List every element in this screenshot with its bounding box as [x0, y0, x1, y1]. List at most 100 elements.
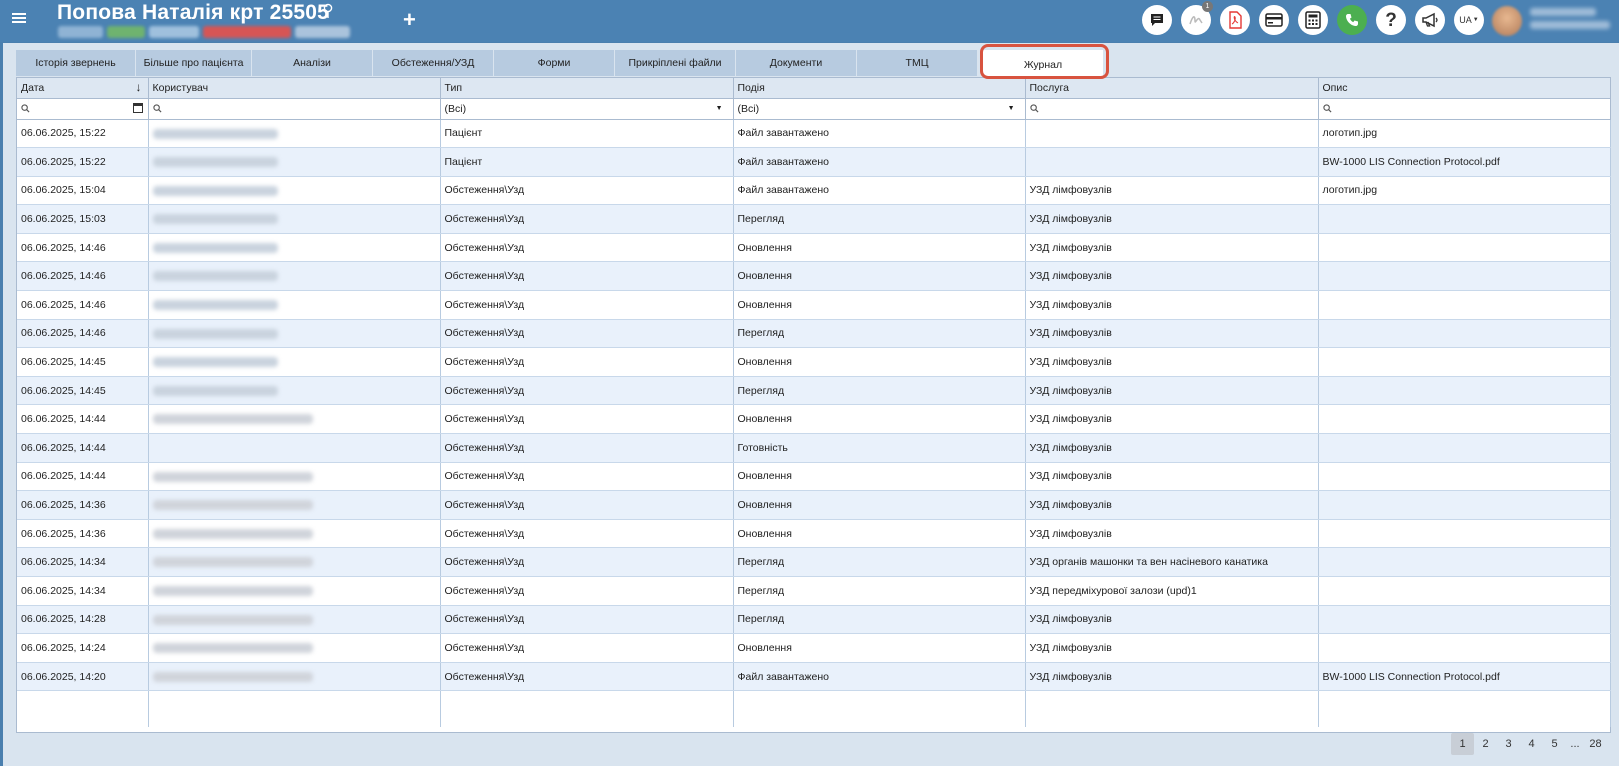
cell-service: УЗД лімфовузлів: [1025, 404, 1319, 435]
search-icon: [152, 104, 162, 113]
table-row[interactable]: 06.06.2025, 14:34 Обстеження\Узд Перегляд У…: [17, 576, 1611, 606]
table-row[interactable]: 06.06.2025, 15:22 Пацієнт Файл завантажено…: [17, 147, 1611, 177]
tab-forms[interactable]: Форми: [494, 50, 615, 76]
tab-documents[interactable]: Документи: [736, 50, 857, 76]
calendar-icon[interactable]: [132, 102, 143, 113]
phone-icon[interactable]: [1337, 5, 1367, 35]
page-5[interactable]: 5: [1543, 733, 1566, 755]
add-button[interactable]: +: [403, 9, 416, 31]
cell-user: [148, 290, 441, 320]
filter-event-select[interactable]: (Всі) ▼: [733, 98, 1026, 120]
journal-grid: Дата ↓ Користувач Тип Подія Послуга Опис …: [16, 77, 1611, 733]
cell-date: 06.06.2025, 14:46: [17, 261, 149, 292]
table-row[interactable]: 06.06.2025, 14:44 Обстеження\Узд Оновлення…: [17, 462, 1611, 492]
avatar[interactable]: [1492, 6, 1522, 36]
notification-badge: 1: [1202, 1, 1213, 12]
tab-analyses[interactable]: Аналізи: [252, 50, 373, 76]
filter-type-value: (Всі): [444, 102, 467, 115]
filter-description[interactable]: [1318, 98, 1611, 120]
cell-description: [1318, 261, 1611, 292]
cell-date: 06.06.2025, 14:34: [17, 576, 149, 606]
column-header-service[interactable]: Послуга: [1025, 78, 1319, 99]
cell-user: [148, 319, 441, 349]
column-header-user[interactable]: Користувач: [148, 78, 441, 99]
cell-event: Оновлення: [733, 633, 1026, 663]
cell-service: УЗД передміхурової залози (upd)1: [1025, 576, 1319, 606]
cell-service: УЗД лімфовузлів: [1025, 662, 1319, 692]
language-dropdown[interactable]: UA ▼: [1454, 5, 1484, 35]
cell-event: Оновлення: [733, 519, 1026, 549]
page-1[interactable]: 1: [1451, 733, 1474, 755]
tab-examinations[interactable]: Обстеження/УЗД: [373, 50, 494, 76]
cell-type: Обстеження\Узд: [440, 462, 734, 492]
table-row[interactable]: 06.06.2025, 14:46 Обстеження\Узд Оновлення…: [17, 261, 1611, 292]
cell-event: Готовність: [733, 433, 1026, 463]
cell-description: логотип.jpg: [1318, 176, 1611, 206]
table-row[interactable]: 06.06.2025, 15:22 Пацієнт Файл завантажено…: [17, 119, 1611, 149]
table-row[interactable]: 06.06.2025, 14:36 Обстеження\Узд Оновлення…: [17, 490, 1611, 520]
page-last[interactable]: 28: [1584, 733, 1607, 755]
table-row[interactable]: 06.06.2025, 14:28 Обстеження\Узд Перегляд У…: [17, 605, 1611, 635]
cell-description: [1318, 605, 1611, 635]
tab-history[interactable]: Історія звернень: [16, 50, 136, 76]
table-row[interactable]: 06.06.2025, 15:04 Обстеження\Узд Файл зава…: [17, 176, 1611, 206]
column-header-event[interactable]: Подія: [733, 78, 1026, 99]
cell-date: 06.06.2025, 14:20: [17, 662, 149, 692]
user-blurred: [152, 471, 313, 482]
table-row[interactable]: 06.06.2025, 15:03 Обстеження\Узд Перегляд У…: [17, 204, 1611, 234]
page-2[interactable]: 2: [1474, 733, 1497, 755]
table-row[interactable]: 06.06.2025, 14:20 Обстеження\Узд Файл зава…: [17, 662, 1611, 692]
table-row[interactable]: 06.06.2025, 14:34 Обстеження\Узд Перегляд У…: [17, 547, 1611, 577]
table-row[interactable]: 06.06.2025, 14:24 Обстеження\Узд Оновлення…: [17, 633, 1611, 663]
table-row[interactable]: 06.06.2025, 14:45 Обстеження\Узд Перегляд У…: [17, 376, 1611, 406]
table-row[interactable]: 06.06.2025, 14:44 Обстеження\Узд Готовніст…: [17, 433, 1611, 463]
page-4[interactable]: 4: [1520, 733, 1543, 755]
filter-type-select[interactable]: (Всі) ▼: [440, 98, 734, 120]
cell-event: Файл завантажено: [733, 119, 1026, 149]
cell-type: Обстеження\Узд: [440, 633, 734, 663]
cell-user: [148, 147, 441, 177]
table-row[interactable]: 06.06.2025, 14:44 Обстеження\Узд Оновлення…: [17, 404, 1611, 435]
table-row[interactable]: 06.06.2025, 14:45 Обстеження\Узд Оновлення…: [17, 347, 1611, 377]
card-icon[interactable]: [1259, 5, 1289, 35]
table-row[interactable]: 06.06.2025, 14:36 Обстеження\Узд Оновлення…: [17, 519, 1611, 549]
filter-date[interactable]: [17, 98, 149, 120]
tab-attached-files[interactable]: Прикріплені файли: [615, 50, 736, 76]
filter-user[interactable]: [148, 98, 441, 120]
page-3[interactable]: 3: [1497, 733, 1520, 755]
journal-table: Дата ↓ Користувач Тип Подія Послуга Опис …: [17, 78, 1611, 727]
filter-service[interactable]: [1025, 98, 1319, 120]
cell-event: Оновлення: [733, 261, 1026, 292]
column-header-date[interactable]: Дата ↓: [17, 78, 149, 99]
table-row[interactable]: 06.06.2025, 14:46 Обстеження\Узд Оновлення…: [17, 290, 1611, 320]
megaphone-icon[interactable]: [1415, 5, 1445, 35]
cell-service: УЗД лімфовузлів: [1025, 176, 1319, 206]
calculator-icon[interactable]: [1298, 5, 1328, 35]
table-row[interactable]: 06.06.2025, 14:46 Обстеження\Узд Перегляд У…: [17, 319, 1611, 349]
cell-service: УЗД лімфовузлів: [1025, 633, 1319, 663]
cell-event: Файл завантажено: [733, 147, 1026, 177]
user-blurred: [152, 671, 313, 682]
chat-icon[interactable]: [1142, 5, 1172, 35]
column-header-description[interactable]: Опис: [1318, 78, 1611, 99]
tab-tmc[interactable]: ТМЦ: [857, 50, 978, 76]
pdf-icon[interactable]: [1220, 5, 1250, 35]
tab-journal[interactable]: Журнал: [983, 50, 1104, 79]
app-header: Попова Наталія крт 25505 + 1 ? UA ▼: [0, 0, 1619, 42]
cell-description: [1318, 404, 1611, 435]
cell-service: УЗД лімфовузлів: [1025, 433, 1319, 463]
help-icon[interactable]: ?: [1376, 5, 1406, 35]
table-row[interactable]: 06.06.2025, 14:46 Обстеження\Узд Оновлення…: [17, 233, 1611, 263]
cell-type: Обстеження\Узд: [440, 519, 734, 549]
column-header-type[interactable]: Тип: [440, 78, 734, 99]
cell-type: Обстеження\Узд: [440, 319, 734, 349]
signature-icon[interactable]: 1: [1181, 1, 1213, 35]
cell-date: 06.06.2025, 15:22: [17, 147, 149, 177]
menu-icon[interactable]: [12, 11, 26, 25]
cell-date: 06.06.2025, 14:34: [17, 547, 149, 577]
cell-description: [1318, 519, 1611, 549]
sort-down-icon[interactable]: ↓: [136, 80, 142, 94]
tab-more-about-patient[interactable]: Більше про пацієнта: [136, 50, 252, 76]
user-blurred: [152, 500, 313, 511]
pin-icon[interactable]: [322, 3, 334, 19]
